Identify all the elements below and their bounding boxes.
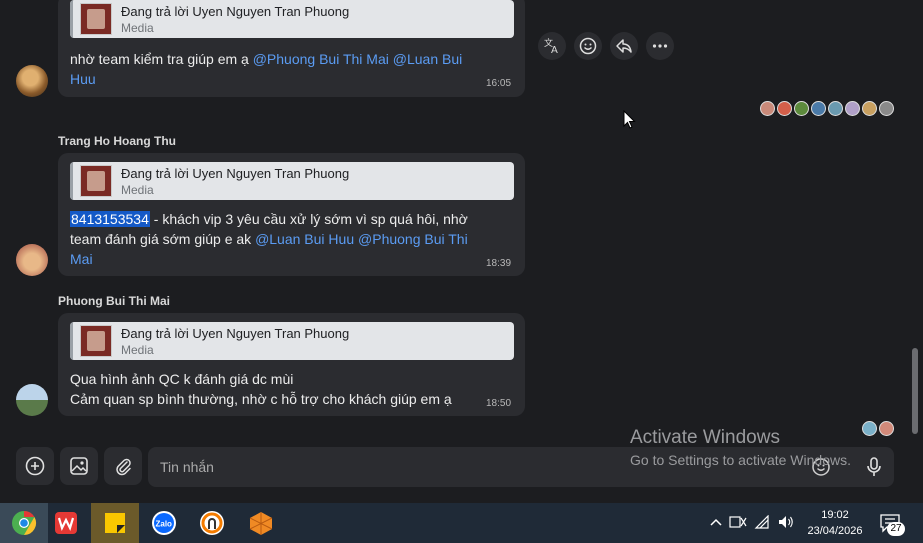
image-sticker-button[interactable] — [60, 447, 98, 485]
quote-title: Đang trả lời Uyen Nguyen Tran Phuong — [121, 326, 350, 341]
activate-windows-subtitle: Go to Settings to activate Windows. — [630, 452, 851, 468]
mouse-cursor-icon — [623, 109, 637, 135]
teamviewer-icon[interactable] — [188, 503, 236, 543]
mention-link[interactable]: @Phuong Bui Thi — [358, 231, 468, 247]
more-icon[interactable] — [646, 32, 674, 60]
translate-icon[interactable]: 文A — [538, 32, 566, 60]
volume-icon[interactable] — [774, 515, 798, 532]
message-text: 8413153534 - khách vip 3 yêu cầu xử lý s… — [70, 209, 510, 269]
seen-avatar[interactable] — [794, 101, 809, 116]
mention-link[interactable]: @Luan Bui Huu — [255, 231, 354, 247]
message-text-part: - khách vip 3 yêu cầu xử lý sớm vì sp qu… — [149, 211, 468, 227]
mention-link[interactable]: Mai — [70, 251, 93, 267]
seen-avatar[interactable] — [862, 421, 877, 436]
quote-bar — [70, 322, 73, 360]
attach-button[interactable] — [104, 447, 142, 485]
seen-avatar[interactable] — [777, 101, 792, 116]
sender-name: Trang Ho Hoang Thu — [58, 134, 176, 148]
message-bubble[interactable]: Đang trả lời Uyen Nguyen Tran Phuong Med… — [58, 0, 525, 97]
mention-link[interactable]: Huu — [70, 71, 96, 87]
seen-avatar[interactable] — [828, 101, 843, 116]
quote-bar — [70, 0, 73, 38]
avatar[interactable] — [16, 384, 48, 416]
system-tray — [706, 503, 798, 543]
svg-text:Zalo: Zalo — [156, 520, 173, 529]
seen-avatar[interactable] — [811, 101, 826, 116]
seen-avatar[interactable] — [760, 101, 775, 116]
media-thumbnail — [80, 165, 112, 197]
message-text-part: Qua hình ảnh QC k đánh giá dc mùi — [70, 371, 294, 387]
message-time: 18:50 — [486, 398, 512, 409]
svg-text:A: A — [551, 45, 558, 55]
highlighted-order-id: 8413153534 — [70, 211, 150, 227]
message-text: Qua hình ảnh QC k đánh giá dc mùi Cảm qua… — [70, 369, 490, 409]
message-text-part: Cảm quan sp bình thường, nhờ c hỗ trợ ch… — [70, 391, 452, 407]
clock-time: 19:02 — [821, 509, 849, 521]
wifi-icon[interactable] — [750, 514, 774, 532]
quote-title: Đang trả lời Uyen Nguyen Tran Phuong — [121, 4, 350, 19]
seen-avatar[interactable] — [879, 101, 894, 116]
chrome-icon[interactable] — [0, 503, 48, 543]
message-bubble[interactable]: Đang trả lời Uyen Nguyen Tran Phuong Med… — [58, 313, 525, 416]
reply-icon[interactable] — [610, 32, 638, 60]
message-time: 16:05 — [486, 78, 512, 89]
reply-quote[interactable]: Đang trả lời Uyen Nguyen Tran Phuong Med… — [70, 0, 514, 38]
quote-subtitle: Media — [121, 183, 154, 197]
wps-icon[interactable] — [42, 503, 90, 543]
activate-windows-title: Activate Windows — [630, 427, 780, 448]
mention-link[interactable]: @Phuong Bui Thi Mai — [253, 51, 389, 67]
seen-avatar[interactable] — [862, 101, 877, 116]
chat-window: Đang trả lời Uyen Nguyen Tran Phuong Med… — [0, 0, 923, 503]
seen-avatar[interactable] — [879, 421, 894, 436]
seen-avatar[interactable] — [845, 101, 860, 116]
emoji-icon[interactable] — [574, 32, 602, 60]
zalo-icon[interactable]: Zalo — [140, 503, 188, 543]
sender-name: Phuong Bui Thi Mai — [58, 294, 170, 308]
input-method-icon[interactable] — [726, 515, 750, 532]
media-thumbnail — [80, 325, 112, 357]
message-input-placeholder: Tin nhắn — [160, 459, 214, 475]
sticky-notes-icon[interactable] — [91, 503, 139, 543]
chevron-up-icon[interactable] — [706, 516, 726, 530]
app-icon[interactable] — [237, 503, 285, 543]
notification-badge: 27 — [887, 522, 905, 536]
scrollbar-thumb[interactable] — [912, 348, 918, 434]
microphone-icon[interactable] — [864, 456, 884, 478]
clock-date: 23/04/2026 — [807, 525, 863, 537]
notification-center-icon[interactable]: 27 — [879, 513, 905, 537]
message-time: 18:39 — [486, 258, 512, 269]
message-bubble[interactable]: Đang trả lời Uyen Nguyen Tran Phuong Med… — [58, 153, 525, 276]
quote-bar — [70, 162, 73, 200]
reply-quote[interactable]: Đang trả lời Uyen Nguyen Tran Phuong Med… — [70, 322, 514, 360]
message-text-part: team đánh giá sớm giúp e ak — [70, 231, 256, 247]
avatar[interactable] — [16, 244, 48, 276]
media-thumbnail — [80, 3, 112, 35]
reply-quote[interactable]: Đang trả lời Uyen Nguyen Tran Phuong Med… — [70, 162, 514, 200]
quote-subtitle: Media — [121, 21, 154, 35]
taskbar-clock[interactable]: 19:02 23/04/2026 — [800, 507, 870, 539]
quote-title: Đang trả lời Uyen Nguyen Tran Phuong — [121, 166, 350, 181]
message-text-part: nhờ team kiểm tra giúp em ạ — [70, 51, 253, 67]
add-button[interactable] — [16, 447, 54, 485]
message-text: nhờ team kiểm tra giúp em ạ @Phuong Bui … — [70, 49, 510, 89]
mention-link[interactable]: @Luan Bui — [393, 51, 462, 67]
avatar[interactable] — [16, 65, 48, 97]
quote-subtitle: Media — [121, 343, 154, 357]
